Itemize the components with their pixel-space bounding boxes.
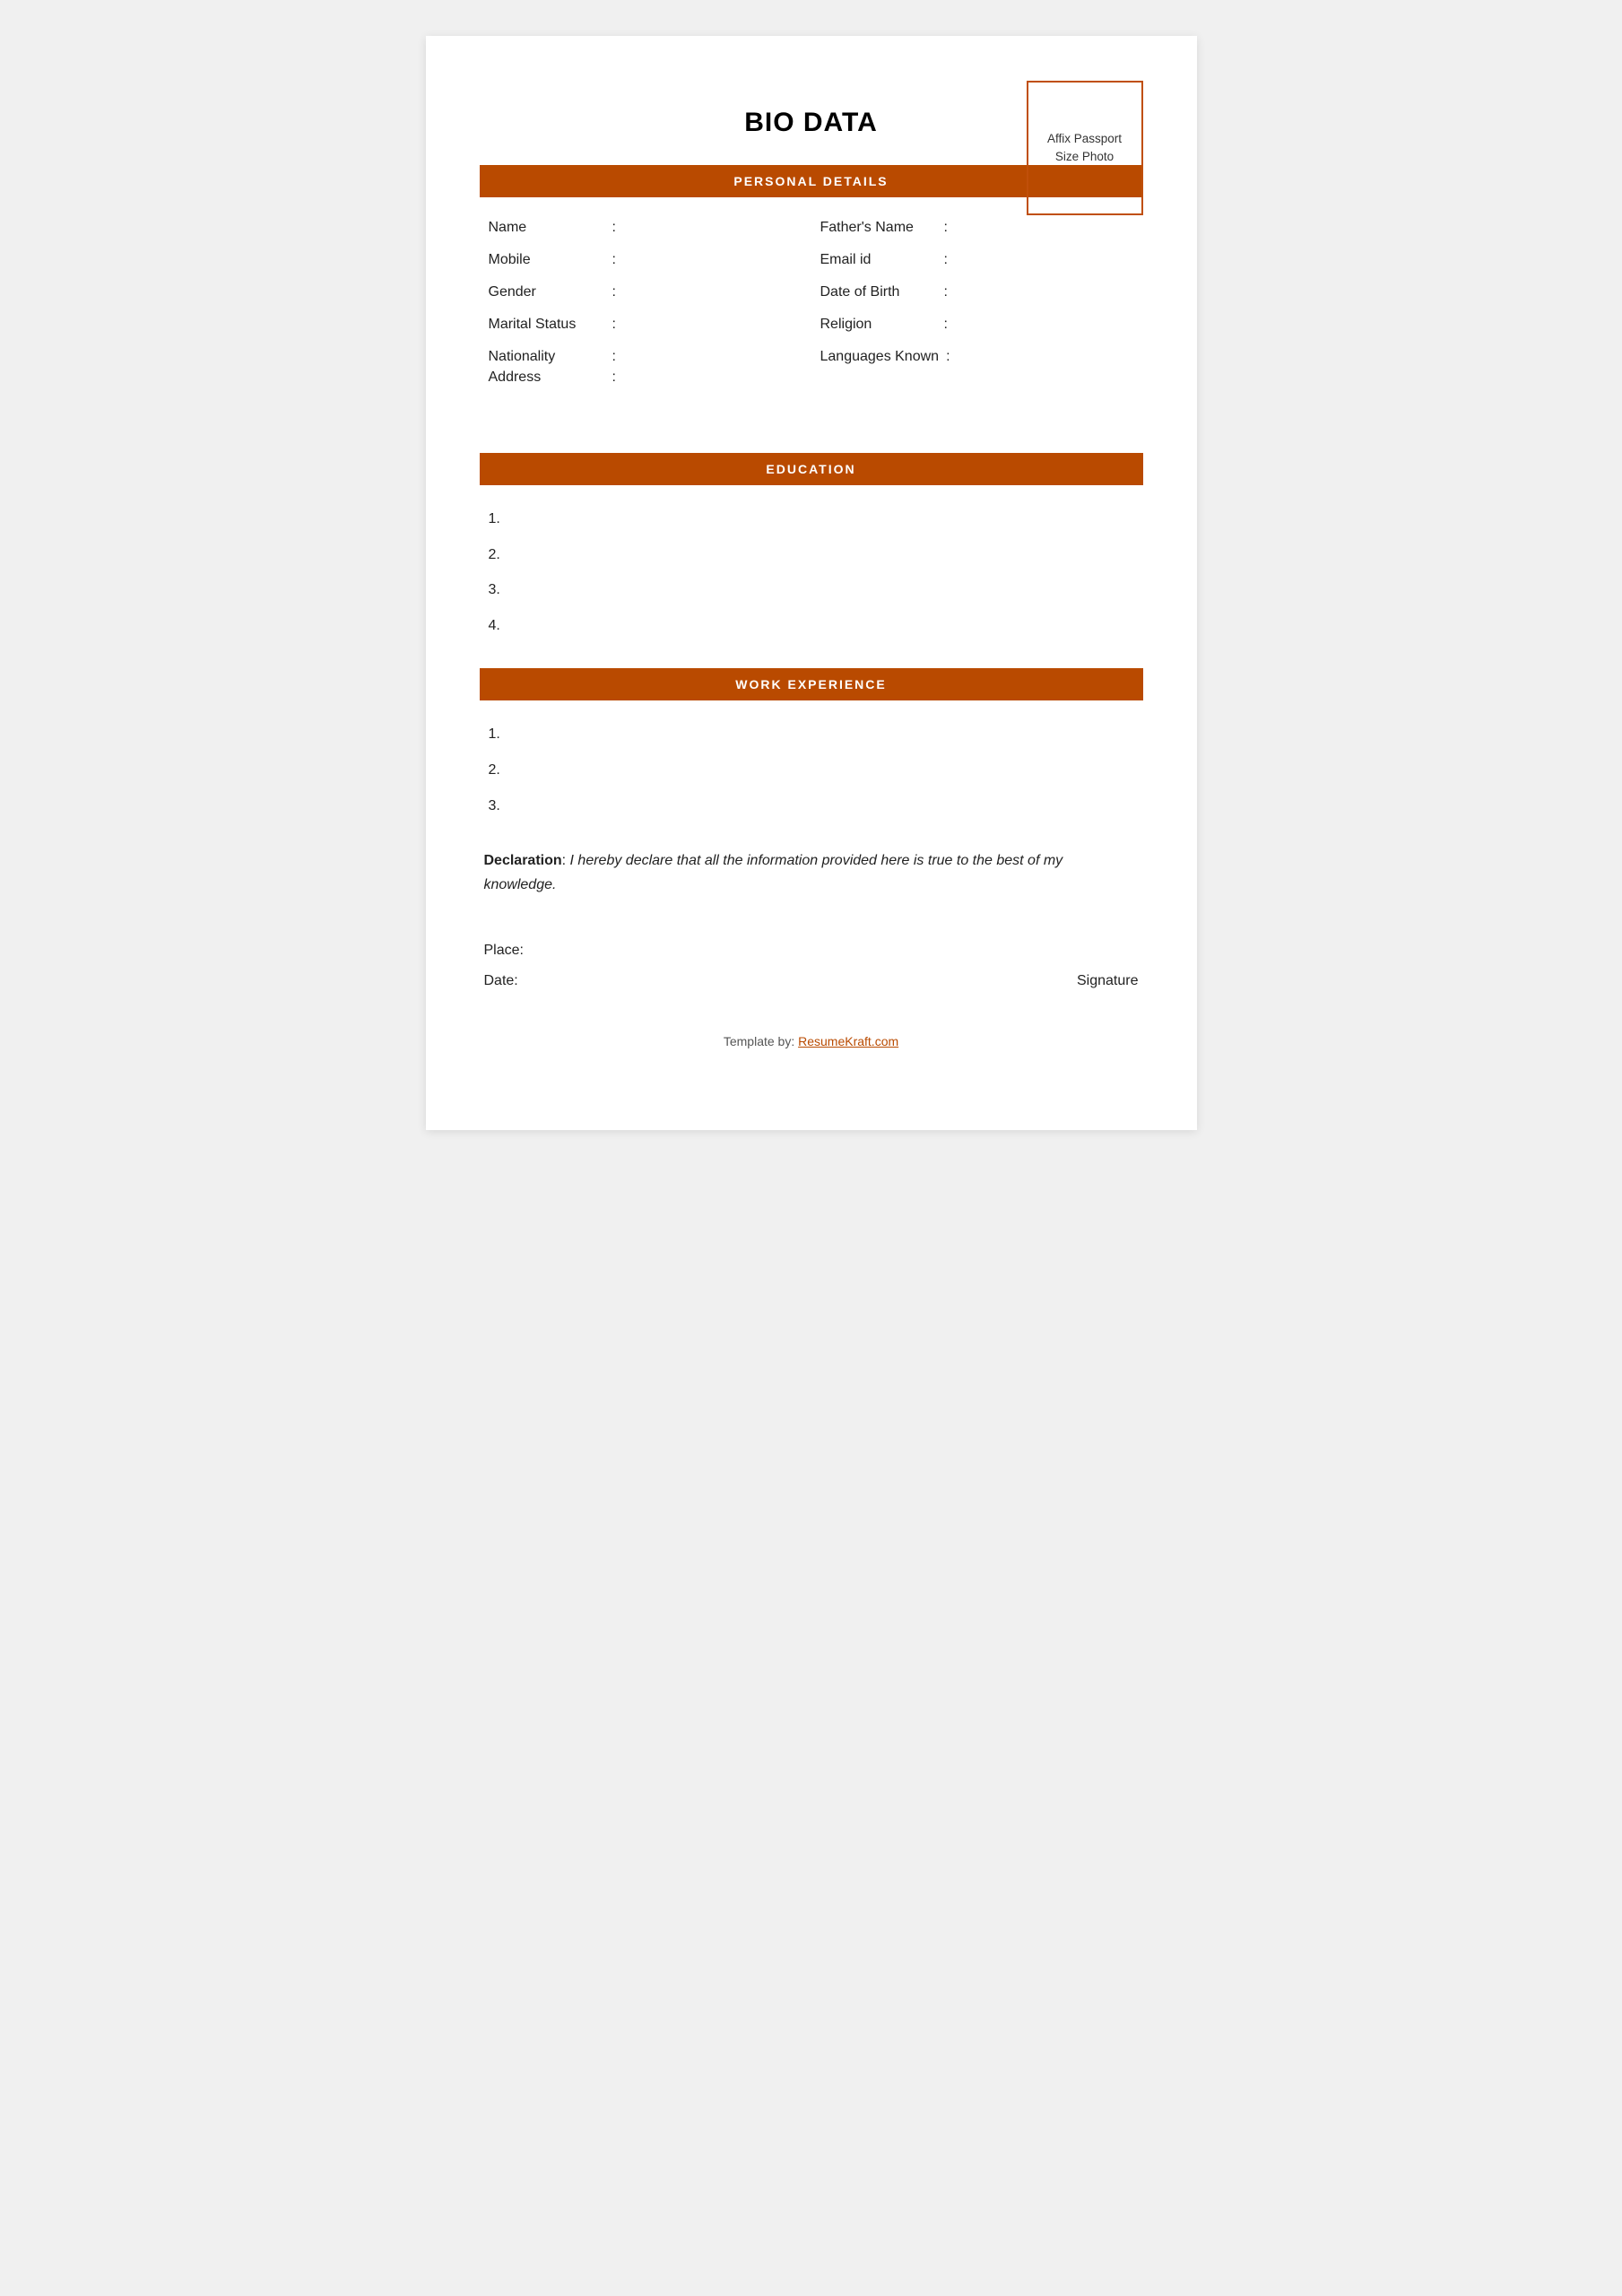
field-value-languages (958, 349, 1134, 350)
field-colon-address: : (612, 370, 616, 386)
field-colon-gender: : (612, 284, 616, 300)
field-value-dob (955, 284, 1134, 285)
field-mobile: Mobile : (489, 252, 802, 268)
work-item-2: 2. (489, 759, 1134, 782)
field-label-fathers-name: Father's Name (820, 220, 937, 236)
education-item-2: 2. (489, 544, 1134, 567)
education-heading: EDUCATION (480, 453, 1143, 485)
declaration-colon: : (562, 853, 570, 868)
declaration-label: Declaration (484, 853, 562, 868)
field-languages: Languages Known : (820, 349, 1134, 365)
field-label-religion: Religion (820, 317, 937, 333)
field-colon-name: : (612, 220, 616, 236)
field-address: Address : (480, 370, 1143, 386)
signature-label: Signature (1077, 973, 1139, 989)
field-value-email (955, 252, 1134, 253)
field-colon-mobile: : (612, 252, 616, 268)
field-email: Email id : (820, 252, 1134, 268)
field-dob: Date of Birth : (820, 284, 1134, 300)
work-list: 1. 2. 3. (480, 723, 1143, 817)
field-label-marital-status: Marital Status (489, 317, 605, 333)
field-nationality: Nationality : (489, 349, 802, 365)
field-label-nationality: Nationality (489, 349, 605, 365)
field-colon-fathers-name: : (944, 220, 948, 236)
work-experience-heading: WORK EXPERIENCE (480, 668, 1143, 700)
photo-box: Affix Passport Size Photo (1027, 81, 1143, 215)
field-value-gender (623, 284, 802, 285)
bio-data-page: BIO DATA Affix Passport Size Photo PERSO… (426, 36, 1197, 1130)
field-religion: Religion : (820, 317, 1134, 333)
field-label-address: Address (489, 370, 605, 386)
field-value-nationality (623, 349, 802, 350)
field-label-name: Name (489, 220, 605, 236)
field-label-mobile: Mobile (489, 252, 605, 268)
work-item-1: 1. (489, 723, 1134, 746)
field-label-gender: Gender (489, 284, 605, 300)
declaration-body: I hereby declare that all the informatio… (484, 853, 1063, 892)
place-row: Place: (484, 943, 1139, 959)
field-colon-languages: : (946, 349, 950, 365)
photo-box-text: Affix Passport Size Photo (1036, 130, 1134, 167)
field-colon-religion: : (944, 317, 948, 333)
education-item-1: 1. (489, 508, 1134, 531)
header-area: BIO DATA Affix Passport Size Photo (480, 81, 1143, 138)
field-name: Name : (489, 220, 802, 236)
declaration-section: Declaration: I hereby declare that all t… (480, 848, 1143, 897)
education-item-4: 4. (489, 614, 1134, 638)
place-label: Place: (484, 943, 524, 959)
field-label-languages: Languages Known (820, 349, 940, 365)
education-section: EDUCATION 1. 2. 3. 4. (480, 453, 1143, 637)
field-colon-email: : (944, 252, 948, 268)
place-date-section: Place: Date: Signature (480, 943, 1143, 989)
field-value-address (623, 370, 1134, 386)
education-list: 1. 2. 3. 4. (480, 508, 1143, 637)
field-colon-nationality: : (612, 349, 616, 365)
personal-details-grid: Name : Father's Name : Mobile : Email id… (480, 220, 1143, 365)
field-marital-status: Marital Status : (489, 317, 802, 333)
footer-link[interactable]: ResumeKraft.com (798, 1034, 898, 1048)
field-fathers-name: Father's Name : (820, 220, 1134, 236)
field-colon-dob: : (944, 284, 948, 300)
work-item-3: 3. (489, 795, 1134, 818)
work-experience-section: WORK EXPERIENCE 1. 2. 3. (480, 668, 1143, 817)
field-value-fathers-name (955, 220, 1134, 221)
education-item-3: 3. (489, 578, 1134, 602)
field-value-name (623, 220, 802, 221)
footer-text: Template by: (724, 1034, 798, 1048)
field-colon-marital-status: : (612, 317, 616, 333)
field-label-email: Email id (820, 252, 937, 268)
declaration-text: Declaration: I hereby declare that all t… (484, 848, 1139, 897)
date-label: Date: (484, 973, 518, 989)
field-gender: Gender : (489, 284, 802, 300)
date-row: Date: Signature (484, 973, 1139, 989)
field-label-dob: Date of Birth (820, 284, 937, 300)
footer: Template by: ResumeKraft.com (480, 1034, 1143, 1048)
field-value-mobile (623, 252, 802, 253)
